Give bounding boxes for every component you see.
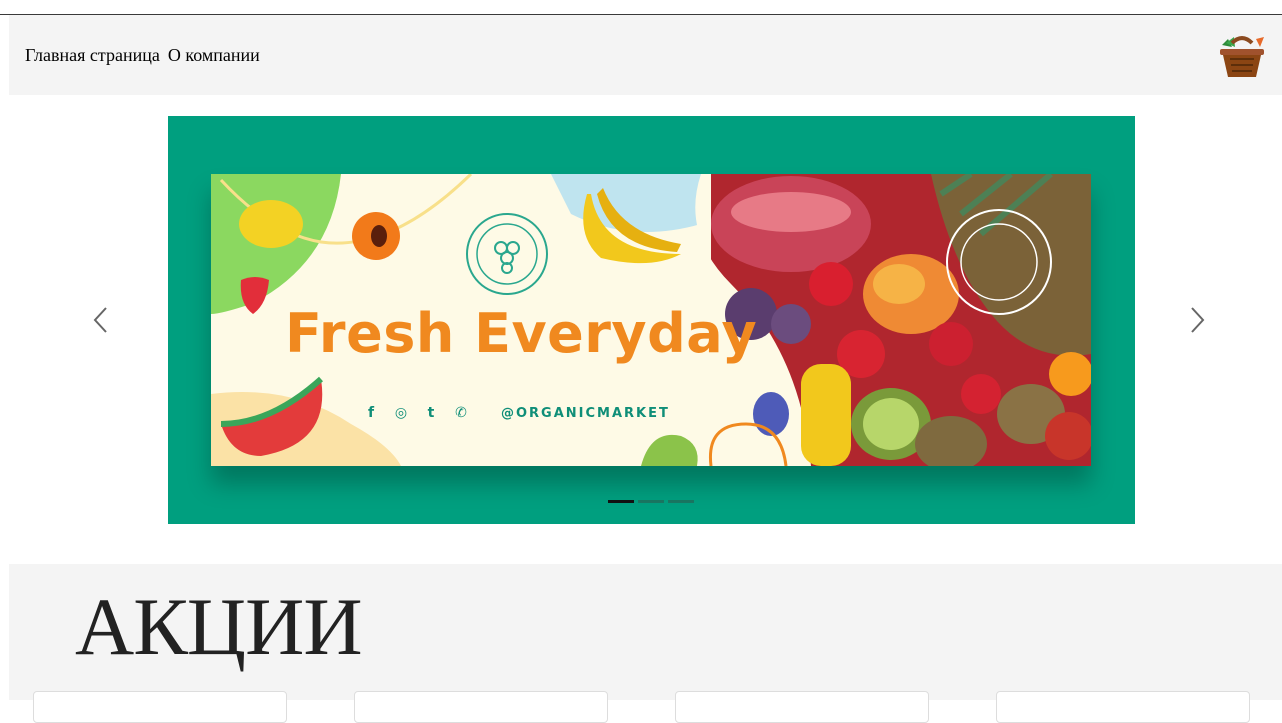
carousel-next-button[interactable] <box>1188 305 1208 335</box>
carousel: Fresh Everyday f ◎ t ✆ @ORGANICMARKET <box>168 116 1135 524</box>
social-links: f ◎ t ✆ @ORGANICMARKET <box>363 405 670 421</box>
promo-card[interactable] <box>996 691 1250 723</box>
basket-icon[interactable] <box>1218 35 1266 79</box>
promo-card[interactable] <box>33 691 287 723</box>
carousel-indicator-3[interactable] <box>668 500 694 503</box>
slide-headline: Fresh Everyday <box>285 302 758 365</box>
social-handle: @ORGANICMARKET <box>501 405 670 421</box>
promotions-title: АКЦИИ <box>75 581 363 672</box>
carousel-prev-button[interactable] <box>90 305 110 335</box>
whatsapp-icon[interactable]: ✆ <box>453 405 469 421</box>
nav-link-home[interactable]: Главная страница <box>25 45 160 66</box>
navbar: Главная страница О компании <box>9 15 1282 95</box>
carousel-indicators <box>608 500 694 503</box>
carousel-indicator-1[interactable] <box>608 500 634 503</box>
promo-card[interactable] <box>354 691 608 723</box>
twitter-icon[interactable]: t <box>423 405 439 421</box>
carousel-indicator-2[interactable] <box>638 500 664 503</box>
instagram-icon[interactable]: ◎ <box>393 405 409 421</box>
nav-link-about[interactable]: О компании <box>168 45 260 66</box>
promo-card[interactable] <box>675 691 929 723</box>
carousel-slide: Fresh Everyday f ◎ t ✆ @ORGANICMARKET <box>211 174 1091 466</box>
facebook-icon[interactable]: f <box>363 405 379 421</box>
promotions-section: АКЦИИ <box>9 564 1282 723</box>
